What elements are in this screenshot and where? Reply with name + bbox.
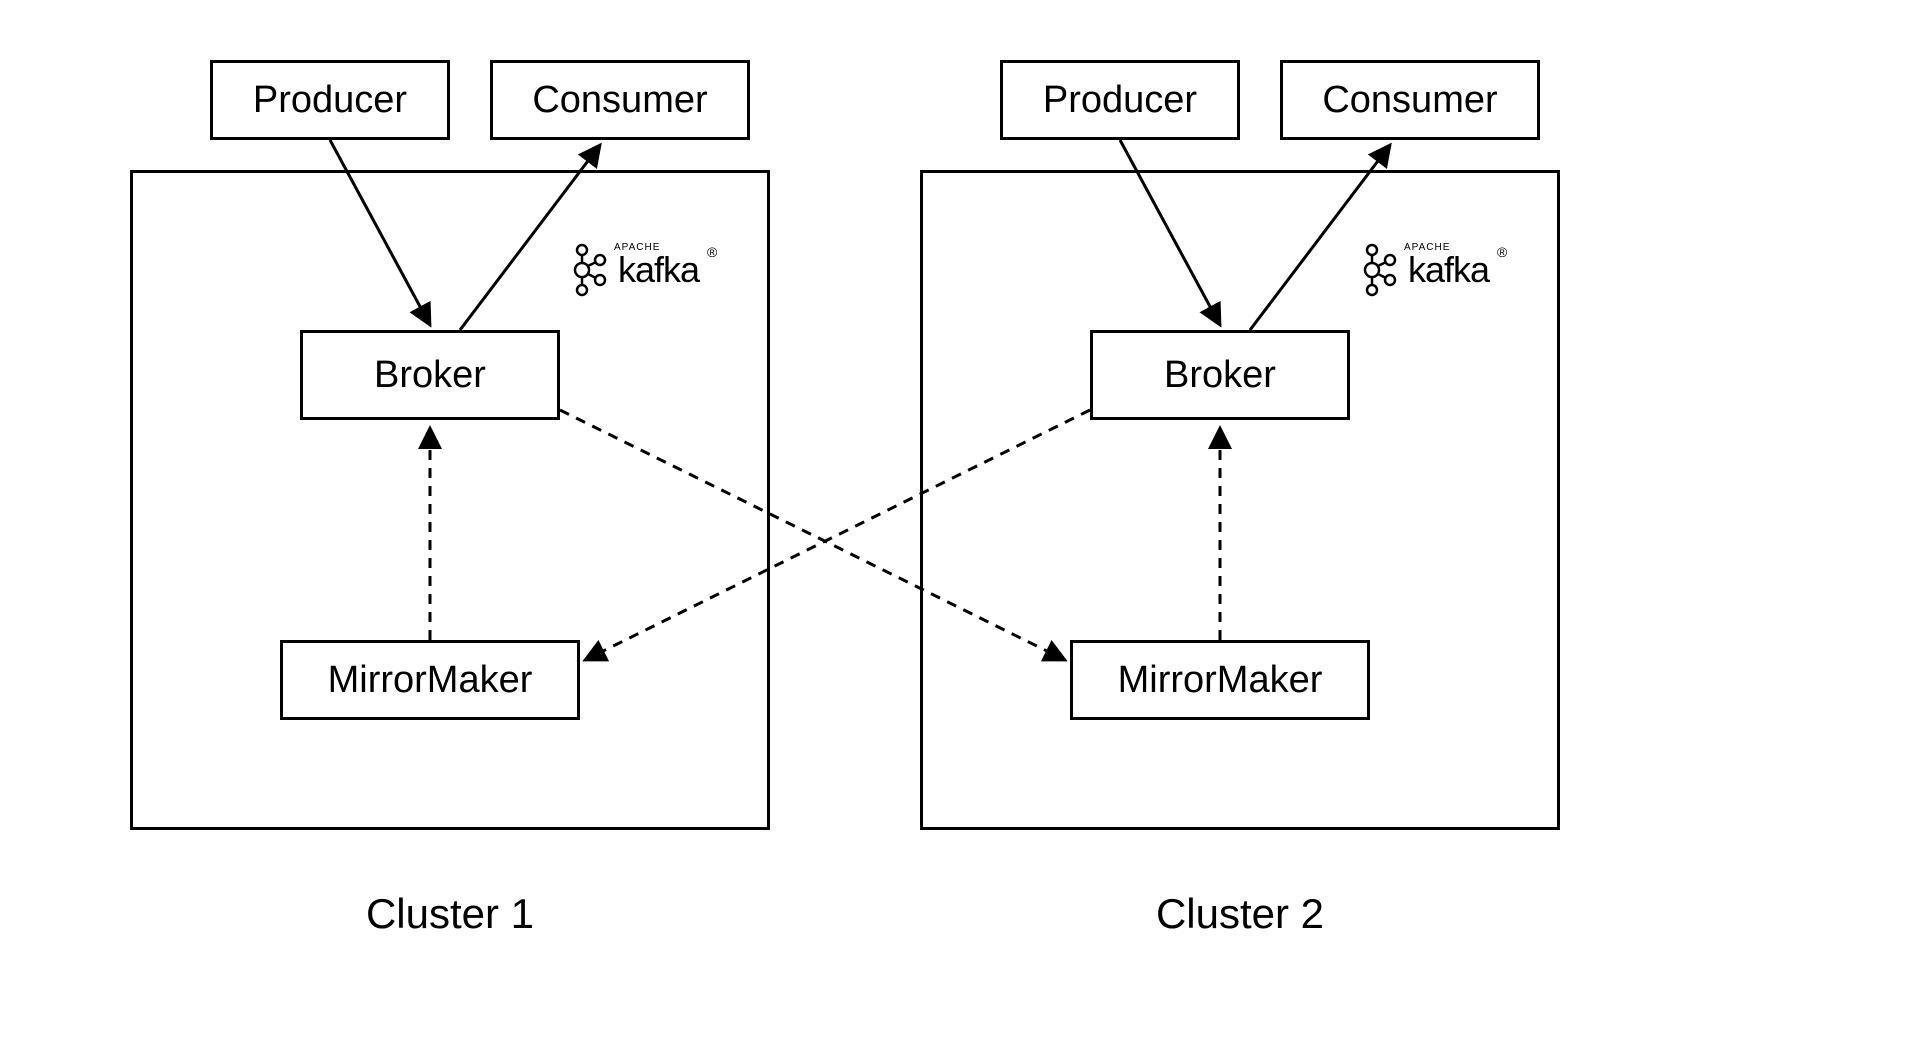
producer-label: Producer	[253, 79, 407, 122]
broker-label: Broker	[374, 354, 486, 397]
consumer-label: Consumer	[1322, 79, 1497, 122]
kafka-icon	[570, 240, 610, 300]
kafka-icon	[1360, 240, 1400, 300]
broker-label: Broker	[1164, 354, 1276, 397]
kafka-brand-small: APACHE	[614, 242, 660, 253]
kafka-logo-2: APACHE kafka ®	[1360, 240, 1507, 300]
broker-box-1: Broker	[300, 330, 560, 420]
broker-box-2: Broker	[1090, 330, 1350, 420]
consumer-box-1: Consumer	[490, 60, 750, 140]
diagram-canvas: Producer Consumer Broker MirrorMaker Pro…	[0, 0, 1920, 1040]
mirrormaker-box-1: MirrorMaker	[280, 640, 580, 720]
producer-box-2: Producer	[1000, 60, 1240, 140]
kafka-brand-text: kafka	[618, 249, 699, 291]
mirrormaker-label: MirrorMaker	[328, 659, 533, 702]
mirrormaker-label: MirrorMaker	[1118, 659, 1323, 702]
producer-box-1: Producer	[210, 60, 450, 140]
consumer-box-2: Consumer	[1280, 60, 1540, 140]
kafka-brand-text: kafka	[1408, 249, 1489, 291]
kafka-brand-small: APACHE	[1404, 242, 1450, 253]
mirrormaker-box-2: MirrorMaker	[1070, 640, 1370, 720]
consumer-label: Consumer	[532, 79, 707, 122]
cluster-1-label: Cluster 1	[330, 890, 570, 938]
producer-label: Producer	[1043, 79, 1197, 122]
cluster-2-label: Cluster 2	[1120, 890, 1360, 938]
kafka-logo-1: APACHE kafka ®	[570, 240, 717, 300]
